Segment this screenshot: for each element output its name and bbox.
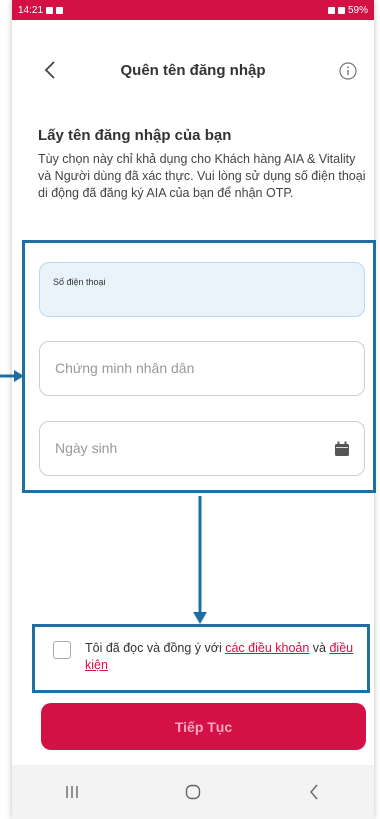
recent-apps-icon xyxy=(66,786,79,798)
id-number-field[interactable]: Chứng minh nhân dân xyxy=(39,341,365,396)
terms-text: Tôi đã đọc và đồng ý với các điều khoản … xyxy=(85,640,370,674)
wifi-icon xyxy=(337,6,345,14)
date-of-birth-placeholder: Ngày sinh xyxy=(55,440,118,456)
terms-row: Tôi đã đọc và đồng ý với các điều khoản … xyxy=(50,638,370,678)
notification-icon xyxy=(46,6,54,14)
home-icon xyxy=(185,784,201,800)
arrow-down-icon xyxy=(193,496,207,624)
back-nav-button[interactable] xyxy=(294,777,334,807)
home-button[interactable] xyxy=(173,777,213,807)
section-title: Lấy tên đăng nhập của bạn xyxy=(38,127,232,144)
section-description: Tùy chọn này chỉ khả dụng cho Khách hàng… xyxy=(38,152,366,200)
terms-link[interactable]: các điều khoản xyxy=(225,641,309,655)
status-bar: 14:21 59% xyxy=(12,0,374,20)
info-icon xyxy=(339,62,357,80)
terms-prefix: Tôi đã đọc và đồng ý với xyxy=(85,641,226,655)
id-number-placeholder: Chứng minh nhân dân xyxy=(55,360,195,376)
calendar-icon[interactable] xyxy=(334,441,350,457)
back-icon xyxy=(309,784,318,800)
arrow-right-icon xyxy=(0,370,24,382)
info-button[interactable] xyxy=(338,61,358,81)
phone-screen: 14:21 59% Quên tên đăng nhập Lấy tên đăn… xyxy=(12,0,374,819)
phone-number-label: Số điện thoại xyxy=(53,277,106,287)
android-nav-bar xyxy=(12,765,374,819)
recent-apps-button[interactable] xyxy=(52,777,92,807)
terms-middle: và xyxy=(309,641,330,655)
status-time: 14:21 xyxy=(18,4,44,16)
battery-level: 59% xyxy=(347,4,368,16)
continue-button[interactable]: Tiếp Tục xyxy=(41,703,366,750)
signal-icon xyxy=(327,6,335,14)
date-of-birth-field[interactable]: Ngày sinh xyxy=(39,421,365,476)
notification-icon xyxy=(56,6,64,14)
terms-checkbox[interactable] xyxy=(53,641,71,659)
page-title: Quên tên đăng nhập xyxy=(120,62,266,79)
header: Quên tên đăng nhập xyxy=(12,52,374,92)
phone-number-field[interactable]: Số điện thoại xyxy=(39,262,365,317)
